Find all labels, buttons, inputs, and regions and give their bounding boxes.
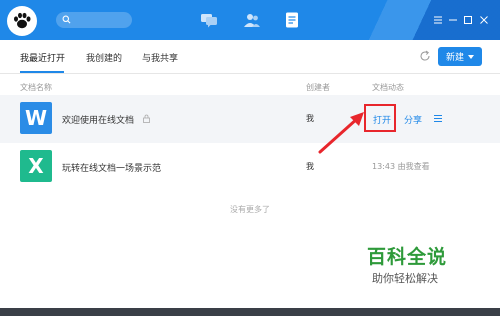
paw-icon <box>14 12 31 29</box>
doc-creator: 我 <box>306 162 314 171</box>
docs-icon[interactable] <box>283 12 301 28</box>
watermark-subtitle: 助你轻松解决 <box>372 272 438 285</box>
doc-name[interactable]: 玩转在线文档一场景示范 <box>62 161 161 174</box>
doc-creator: 我 <box>306 114 314 123</box>
table-row[interactable]: W 欢迎使用在线文档 我 打开 分享 <box>0 95 500 143</box>
chat-icon[interactable] <box>200 12 218 28</box>
doc-activity: 13:43 由我查看 <box>372 162 430 171</box>
search-input[interactable] <box>56 12 132 28</box>
watermark-title: 百科全说 <box>367 246 448 268</box>
tab-shared[interactable]: 与我共享 <box>142 51 178 64</box>
search-icon <box>62 15 71 24</box>
table-row[interactable]: X 玩转在线文档一场景示范 我 13:43 由我查看 <box>0 143 500 191</box>
sheet-doc-icon: X <box>20 150 52 182</box>
arrow-annotation <box>318 112 364 154</box>
minimize-icon[interactable] <box>447 14 459 26</box>
word-doc-icon: W <box>20 102 52 134</box>
window-bottom-edge <box>0 308 500 316</box>
column-header-name: 文档名称 <box>20 83 52 92</box>
row-menu-icon[interactable] <box>433 114 443 123</box>
new-button[interactable]: 新建 <box>438 47 482 66</box>
close-icon[interactable] <box>478 14 490 26</box>
column-header-activity: 文档动态 <box>372 83 404 92</box>
active-tab-indicator <box>20 71 64 73</box>
tab-created[interactable]: 我创建的 <box>86 51 122 64</box>
empty-hint: 没有更多了 <box>230 205 270 214</box>
maximize-icon[interactable] <box>462 14 474 26</box>
column-header-creator: 创建者 <box>306 83 330 92</box>
menu-icon[interactable] <box>432 14 444 26</box>
tab-recent[interactable]: 我最近打开 <box>20 51 65 64</box>
refresh-icon[interactable] <box>419 50 431 62</box>
new-button-label: 新建 <box>445 53 464 63</box>
share-button[interactable]: 分享 <box>404 113 422 126</box>
title-bar <box>0 0 500 40</box>
lock-icon <box>143 114 150 123</box>
doc-name[interactable]: 欢迎使用在线文档 <box>62 113 134 126</box>
contacts-icon[interactable] <box>243 12 261 28</box>
chevron-down-icon <box>468 54 474 59</box>
avatar[interactable] <box>7 6 37 36</box>
